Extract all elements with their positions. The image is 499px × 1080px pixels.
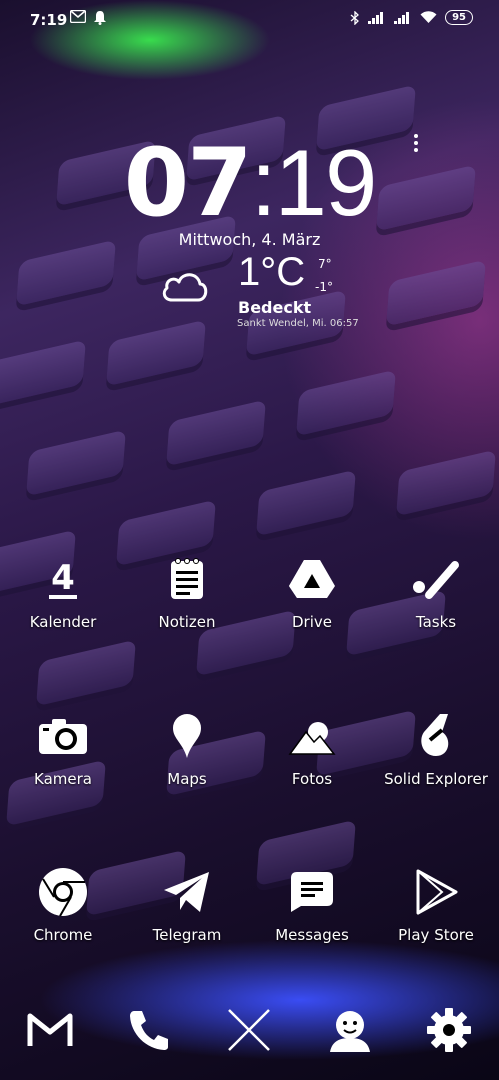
app-kalender[interactable]: 4 Kalender [1,553,125,631]
app-tasks[interactable]: Tasks [374,553,498,631]
tasks-icon [410,553,462,605]
notepad-icon [161,553,213,605]
app-fotos[interactable]: Fotos [250,710,374,788]
app-label: Notizen [158,613,216,631]
clock-hours: 07 [123,129,253,238]
chrome-icon [37,866,89,918]
app-label: Drive [292,613,332,631]
bell-icon [93,10,107,29]
app-chrome[interactable]: Chrome [1,866,125,944]
app-label: Solid Explorer [384,770,488,788]
avatar-icon [330,1011,370,1052]
status-icons-right: 95 [350,10,473,25]
date-label[interactable]: Mittwoch, 4. März [0,230,499,249]
gmail-icon [27,1013,73,1046]
temperature-max: 7° [318,257,332,271]
temperature: 1°C [238,250,306,294]
app-label: Kalender [29,613,97,631]
dock-x[interactable] [224,1002,274,1058]
clock-widget[interactable]: 07:19 [0,128,499,239]
battery-indicator: 95 [445,10,473,25]
telegram-icon [161,866,213,918]
app-maps[interactable]: Maps [125,710,249,788]
app-label: Messages [275,926,349,944]
solid-explorer-icon [410,710,462,762]
app-play-store[interactable]: Play Store [374,866,498,944]
wifi-icon [420,11,437,23]
app-notizen[interactable]: Notizen [125,553,249,631]
dock-avatar[interactable] [325,1002,375,1058]
signal-icon [368,11,384,24]
dock-settings[interactable] [424,1002,474,1058]
app-label: Tasks [415,613,457,631]
app-label: Telegram [152,926,222,944]
app-label: Kamera [34,770,92,788]
cloud-icon[interactable] [160,266,210,306]
play-store-icon [410,866,462,918]
gear-icon [427,1008,471,1052]
clock-minutes: :19 [250,130,378,235]
app-label: Chrome [33,926,93,944]
x-icon [228,1009,270,1051]
drive-icon [286,553,338,605]
dock-gmail[interactable] [25,1002,75,1058]
app-drive[interactable]: Drive [250,553,374,631]
calendar-icon: 4 [37,553,89,605]
photos-icon [286,710,338,762]
app-telegram[interactable]: Telegram [125,866,249,944]
signal-icon [394,11,410,24]
camera-icon [37,710,89,762]
weather-location: Sankt Wendel, Mi. 06:57 [237,318,359,329]
app-messages[interactable]: Messages [250,866,374,944]
bluetooth-icon [350,10,360,25]
messages-icon [286,866,338,918]
calendar-day: 4 [51,558,75,598]
temperature-min: -1° [315,280,333,294]
status-bar: 7:19 95 [0,0,499,40]
app-label: Maps [167,770,207,788]
dock-phone[interactable] [124,1002,174,1058]
app-label: Play Store [398,926,474,944]
gmail-notification-icon [69,9,87,27]
status-time: 7:19 [30,11,68,29]
map-pin-icon [161,710,213,762]
app-kamera[interactable]: Kamera [1,710,125,788]
app-label: Fotos [291,770,333,788]
phone-icon [130,1011,168,1050]
weather-condition: Bedeckt [238,298,312,317]
app-solid-explorer[interactable]: Solid Explorer [374,710,498,788]
